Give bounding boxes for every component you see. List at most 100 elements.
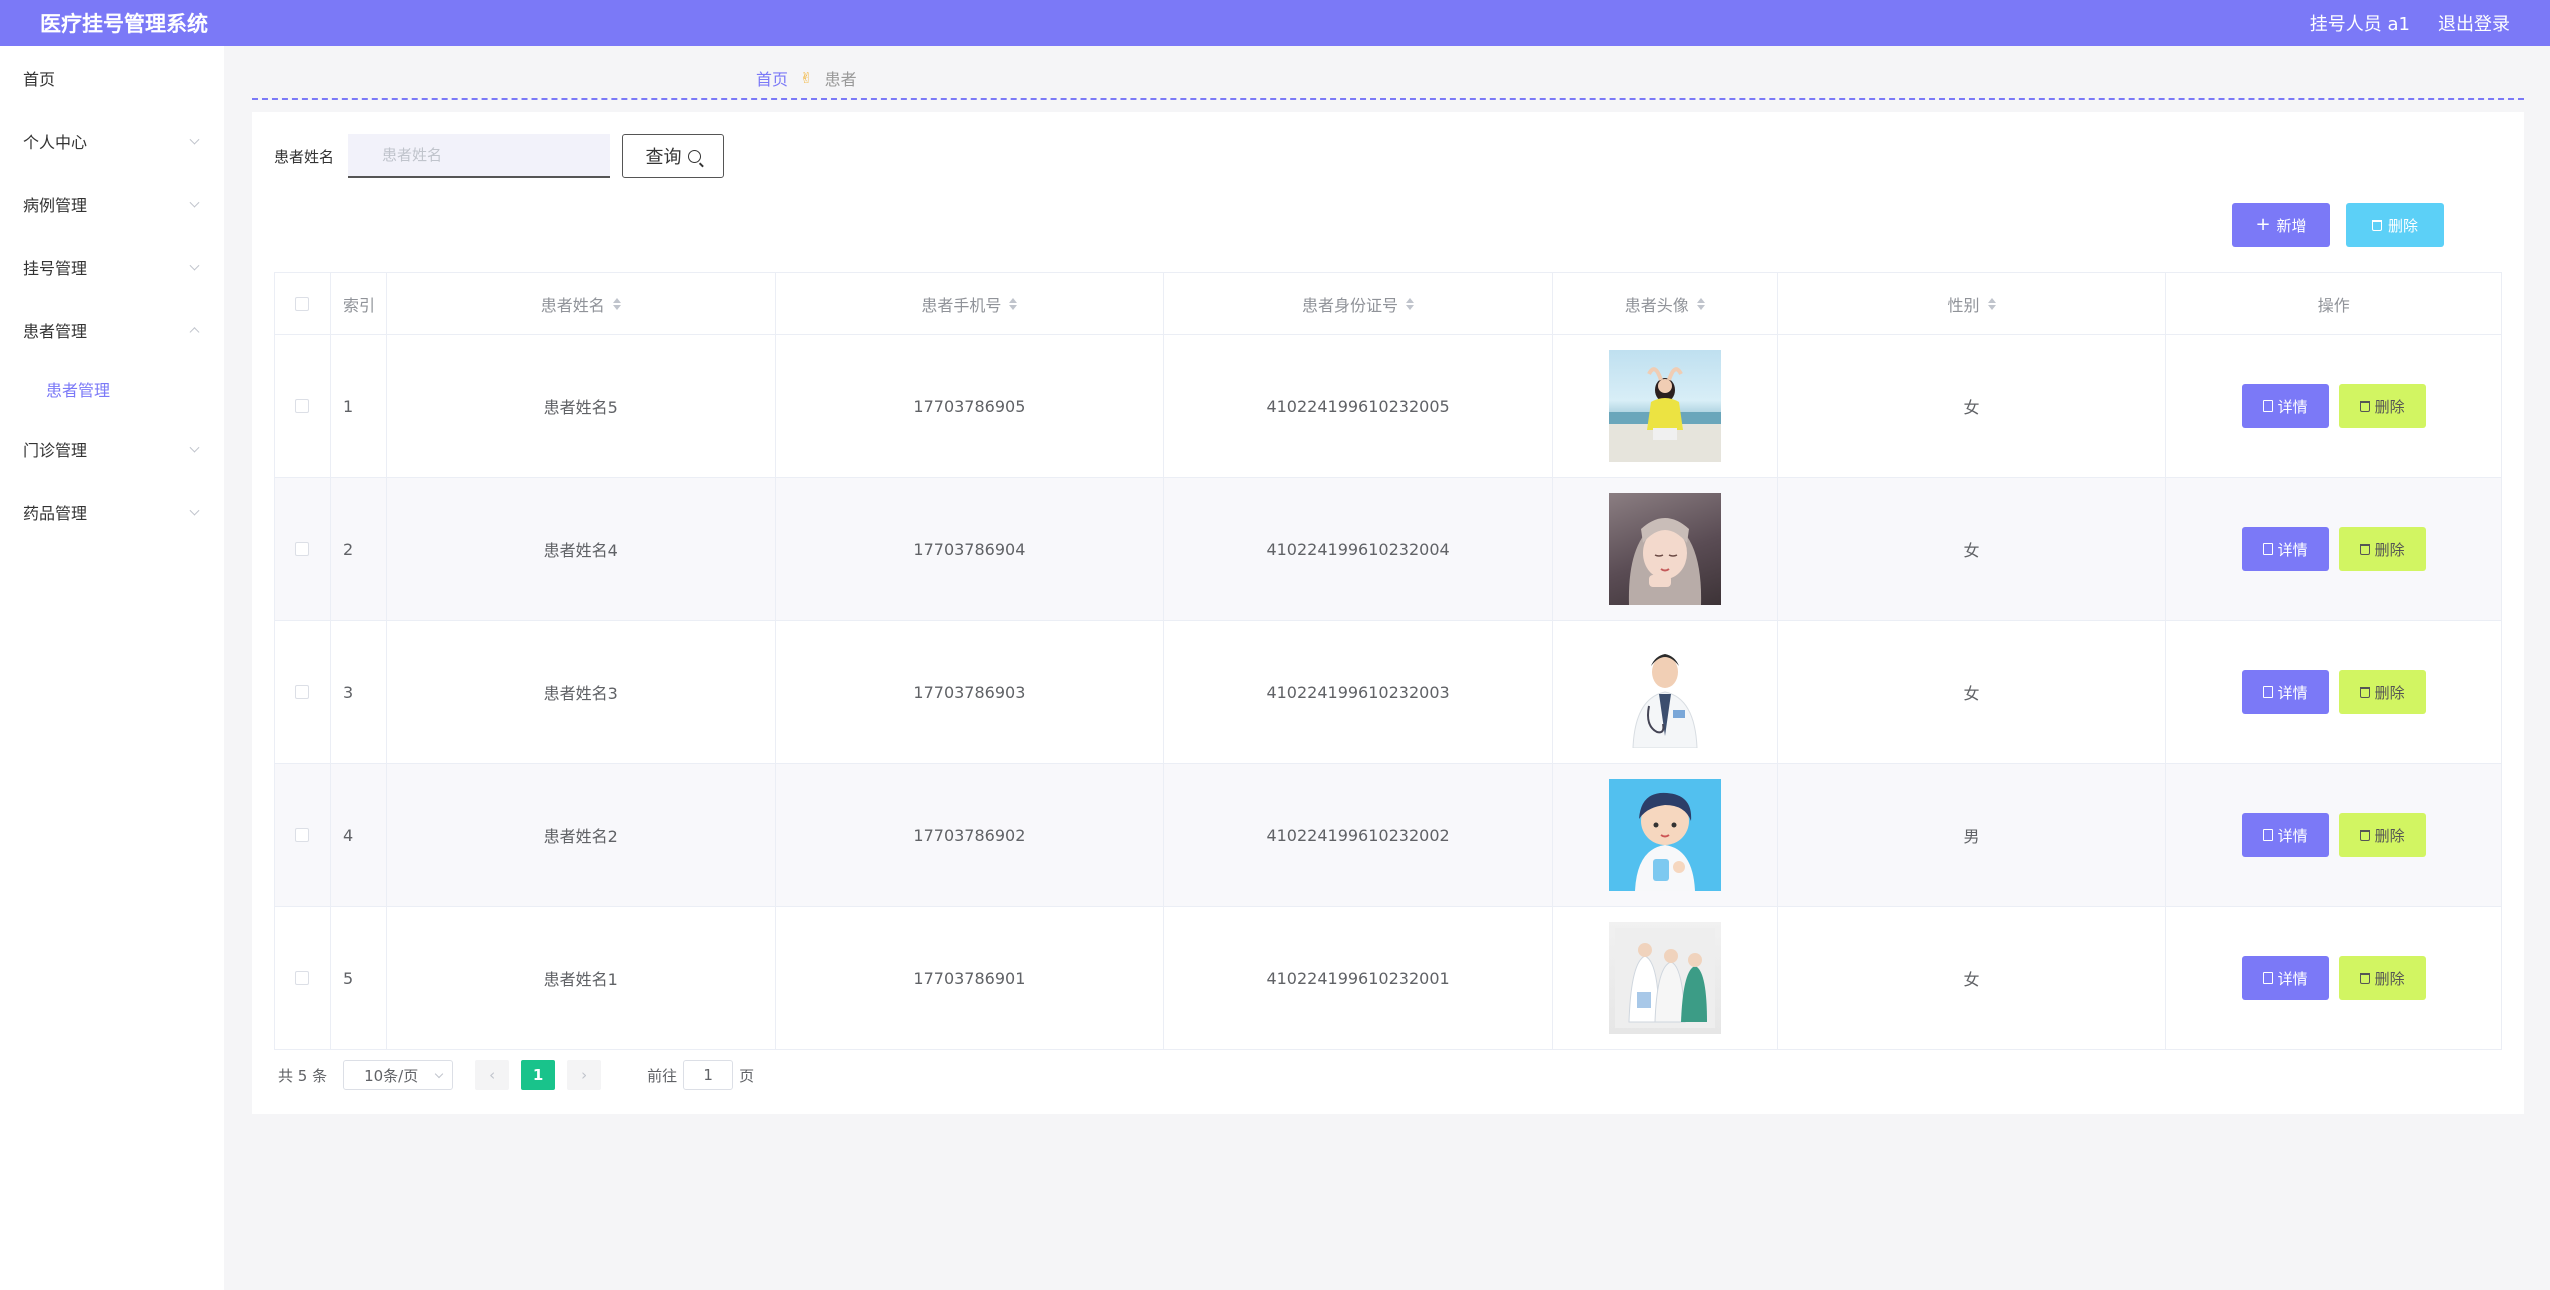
trash-icon bbox=[2359, 829, 2370, 841]
header-name[interactable]: 患者姓名 bbox=[387, 273, 776, 334]
row-patient-name: 患者姓名5 bbox=[387, 335, 776, 477]
search-label: 患者姓名 bbox=[274, 147, 335, 166]
detail-button[interactable]: 详情 bbox=[2241, 813, 2329, 857]
sidebar-item-outpatient-management[interactable]: 门诊管理 bbox=[0, 417, 224, 480]
sort-icon[interactable] bbox=[1406, 297, 1415, 310]
chevron-down-icon bbox=[189, 260, 200, 271]
header-id-card[interactable]: 患者身份证号 bbox=[1164, 273, 1553, 334]
sidebar-item-label: 首页 bbox=[23, 69, 56, 89]
row-avatar-cell bbox=[1553, 907, 1778, 1049]
header-ops: 操作 bbox=[2166, 273, 2501, 334]
sidebar-item-home[interactable]: 首页 bbox=[0, 46, 224, 109]
patient-avatar-image[interactable] bbox=[1608, 493, 1721, 605]
table-actions: + 新增 删除 bbox=[2232, 203, 2444, 247]
patient-avatar-image[interactable] bbox=[1608, 350, 1721, 462]
main-content: 患者姓名 查询 + 新增 删除 索引 患者姓名 患者手机号 患者身份证号 患者头… bbox=[252, 112, 2524, 1114]
table-row: 5 患者姓名1 17703786901 410224199610232001 女… bbox=[275, 907, 2501, 1049]
table-row: 3 患者姓名3 17703786903 410224199610232003 女 bbox=[275, 621, 2501, 764]
header-sex[interactable]: 性别 bbox=[1778, 273, 2167, 334]
sidebar-item-patient-management[interactable]: 患者管理 bbox=[0, 298, 224, 361]
detail-button[interactable]: 详情 bbox=[2241, 670, 2329, 714]
table-row: 4 患者姓名2 17703786902 410224199610232002 男… bbox=[275, 764, 2501, 907]
row-index: 1 bbox=[331, 335, 387, 477]
page-size-select[interactable]: 10条/页 bbox=[343, 1060, 454, 1090]
page-number-current[interactable]: 1 bbox=[521, 1060, 556, 1090]
sort-icon[interactable] bbox=[1987, 297, 1996, 310]
header-select-cell bbox=[275, 273, 331, 334]
row-id-card: 410224199610232001 bbox=[1164, 907, 1553, 1049]
next-page-button[interactable]: › bbox=[567, 1060, 602, 1090]
add-button-label: 新增 bbox=[2276, 216, 2307, 235]
patient-avatar-image[interactable] bbox=[1608, 779, 1721, 891]
table-header-row: 索引 患者姓名 患者手机号 患者身份证号 患者头像 性别 操作 bbox=[275, 273, 2501, 335]
delete-button[interactable]: 删除 bbox=[2338, 956, 2426, 1000]
patient-avatar-image[interactable] bbox=[1608, 922, 1721, 1034]
breadcrumb-home[interactable]: 首页 bbox=[756, 66, 788, 90]
row-phone: 17703786901 bbox=[776, 907, 1165, 1049]
row-checkbox[interactable] bbox=[295, 399, 310, 413]
sort-icon[interactable] bbox=[1009, 297, 1018, 310]
sidebar-item-drug-management[interactable]: 药品管理 bbox=[0, 480, 224, 543]
row-phone: 17703786905 bbox=[776, 335, 1165, 477]
query-button[interactable]: 查询 bbox=[622, 134, 725, 178]
row-patient-name: 患者姓名2 bbox=[387, 764, 776, 906]
detail-button[interactable]: 详情 bbox=[2241, 384, 2329, 428]
document-icon bbox=[2262, 400, 2273, 412]
row-checkbox[interactable] bbox=[295, 828, 310, 842]
sort-icon[interactable] bbox=[612, 297, 621, 310]
delete-button-label: 删除 bbox=[2374, 969, 2405, 988]
trash-icon bbox=[2359, 972, 2370, 984]
sort-icon[interactable] bbox=[1696, 297, 1705, 310]
sidebar-item-personal-center[interactable]: 个人中心 bbox=[0, 109, 224, 172]
detail-button-label: 详情 bbox=[2277, 397, 2308, 416]
row-sex: 女 bbox=[1778, 478, 2167, 620]
row-ops: 详情 删除 bbox=[2166, 907, 2501, 1049]
breadcrumb-divider bbox=[252, 98, 2524, 100]
row-sex: 女 bbox=[1778, 621, 2167, 763]
row-index: 5 bbox=[331, 907, 387, 1049]
detail-button[interactable]: 详情 bbox=[2241, 956, 2329, 1000]
prev-page-button[interactable]: ‹ bbox=[475, 1060, 510, 1090]
detail-button[interactable]: 详情 bbox=[2241, 527, 2329, 571]
row-index: 2 bbox=[331, 478, 387, 620]
detail-button-label: 详情 bbox=[2277, 683, 2308, 702]
goto-page-input[interactable] bbox=[683, 1060, 734, 1090]
sidebar-item-label: 个人中心 bbox=[23, 132, 88, 152]
row-patient-name: 患者姓名3 bbox=[387, 621, 776, 763]
sidebar-item-registration-management[interactable]: 挂号管理 bbox=[0, 235, 224, 298]
row-checkbox[interactable] bbox=[295, 971, 310, 985]
select-all-checkbox[interactable] bbox=[295, 296, 310, 311]
row-avatar-cell bbox=[1553, 478, 1778, 620]
delete-button[interactable]: 删除 bbox=[2338, 813, 2426, 857]
row-checkbox[interactable] bbox=[295, 685, 310, 699]
sidebar-item-case-management[interactable]: 病例管理 bbox=[0, 172, 224, 235]
delete-button[interactable]: 删除 bbox=[2338, 527, 2426, 571]
sidebar-item-label: 药品管理 bbox=[23, 503, 88, 523]
batch-delete-button[interactable]: 删除 bbox=[2346, 203, 2444, 247]
delete-button[interactable]: 删除 bbox=[2338, 384, 2426, 428]
batch-delete-label: 删除 bbox=[2387, 216, 2418, 235]
patient-name-search-input[interactable] bbox=[348, 134, 611, 178]
row-ops: 详情 删除 bbox=[2166, 478, 2501, 620]
delete-button[interactable]: 删除 bbox=[2338, 670, 2426, 714]
table-row: 2 患者姓名4 17703786904 410224199610232004 女 bbox=[275, 478, 2501, 621]
patient-table: 索引 患者姓名 患者手机号 患者身份证号 患者头像 性别 操作 1 患者姓名 5 … bbox=[274, 272, 2502, 1050]
header-sex-label: 性别 bbox=[1947, 295, 1980, 315]
header-phone-label: 患者手机号 bbox=[921, 295, 1002, 315]
row-checkbox[interactable] bbox=[295, 542, 310, 556]
detail-button-label: 详情 bbox=[2277, 969, 2308, 988]
sidebar-item-label: 患者管理 bbox=[23, 321, 88, 341]
row-id-card: 410224199610232005 bbox=[1164, 335, 1553, 477]
patient-avatar-image[interactable] bbox=[1608, 636, 1721, 748]
add-button[interactable]: + 新增 bbox=[2232, 203, 2330, 247]
logout-link[interactable]: 退出登录 bbox=[2438, 10, 2510, 36]
row-phone: 17703786903 bbox=[776, 621, 1165, 763]
trash-icon bbox=[2359, 543, 2370, 555]
header-index-label: 索引 bbox=[342, 295, 375, 315]
header-phone[interactable]: 患者手机号 bbox=[776, 273, 1165, 334]
row-id-card: 410224199610232002 bbox=[1164, 764, 1553, 906]
sidebar-subitem-patient-management[interactable]: 患者管理 bbox=[0, 361, 224, 417]
header-avatar[interactable]: 患者头像 bbox=[1553, 273, 1778, 334]
row-phone: 17703786902 bbox=[776, 764, 1165, 906]
document-icon bbox=[2262, 686, 2273, 698]
